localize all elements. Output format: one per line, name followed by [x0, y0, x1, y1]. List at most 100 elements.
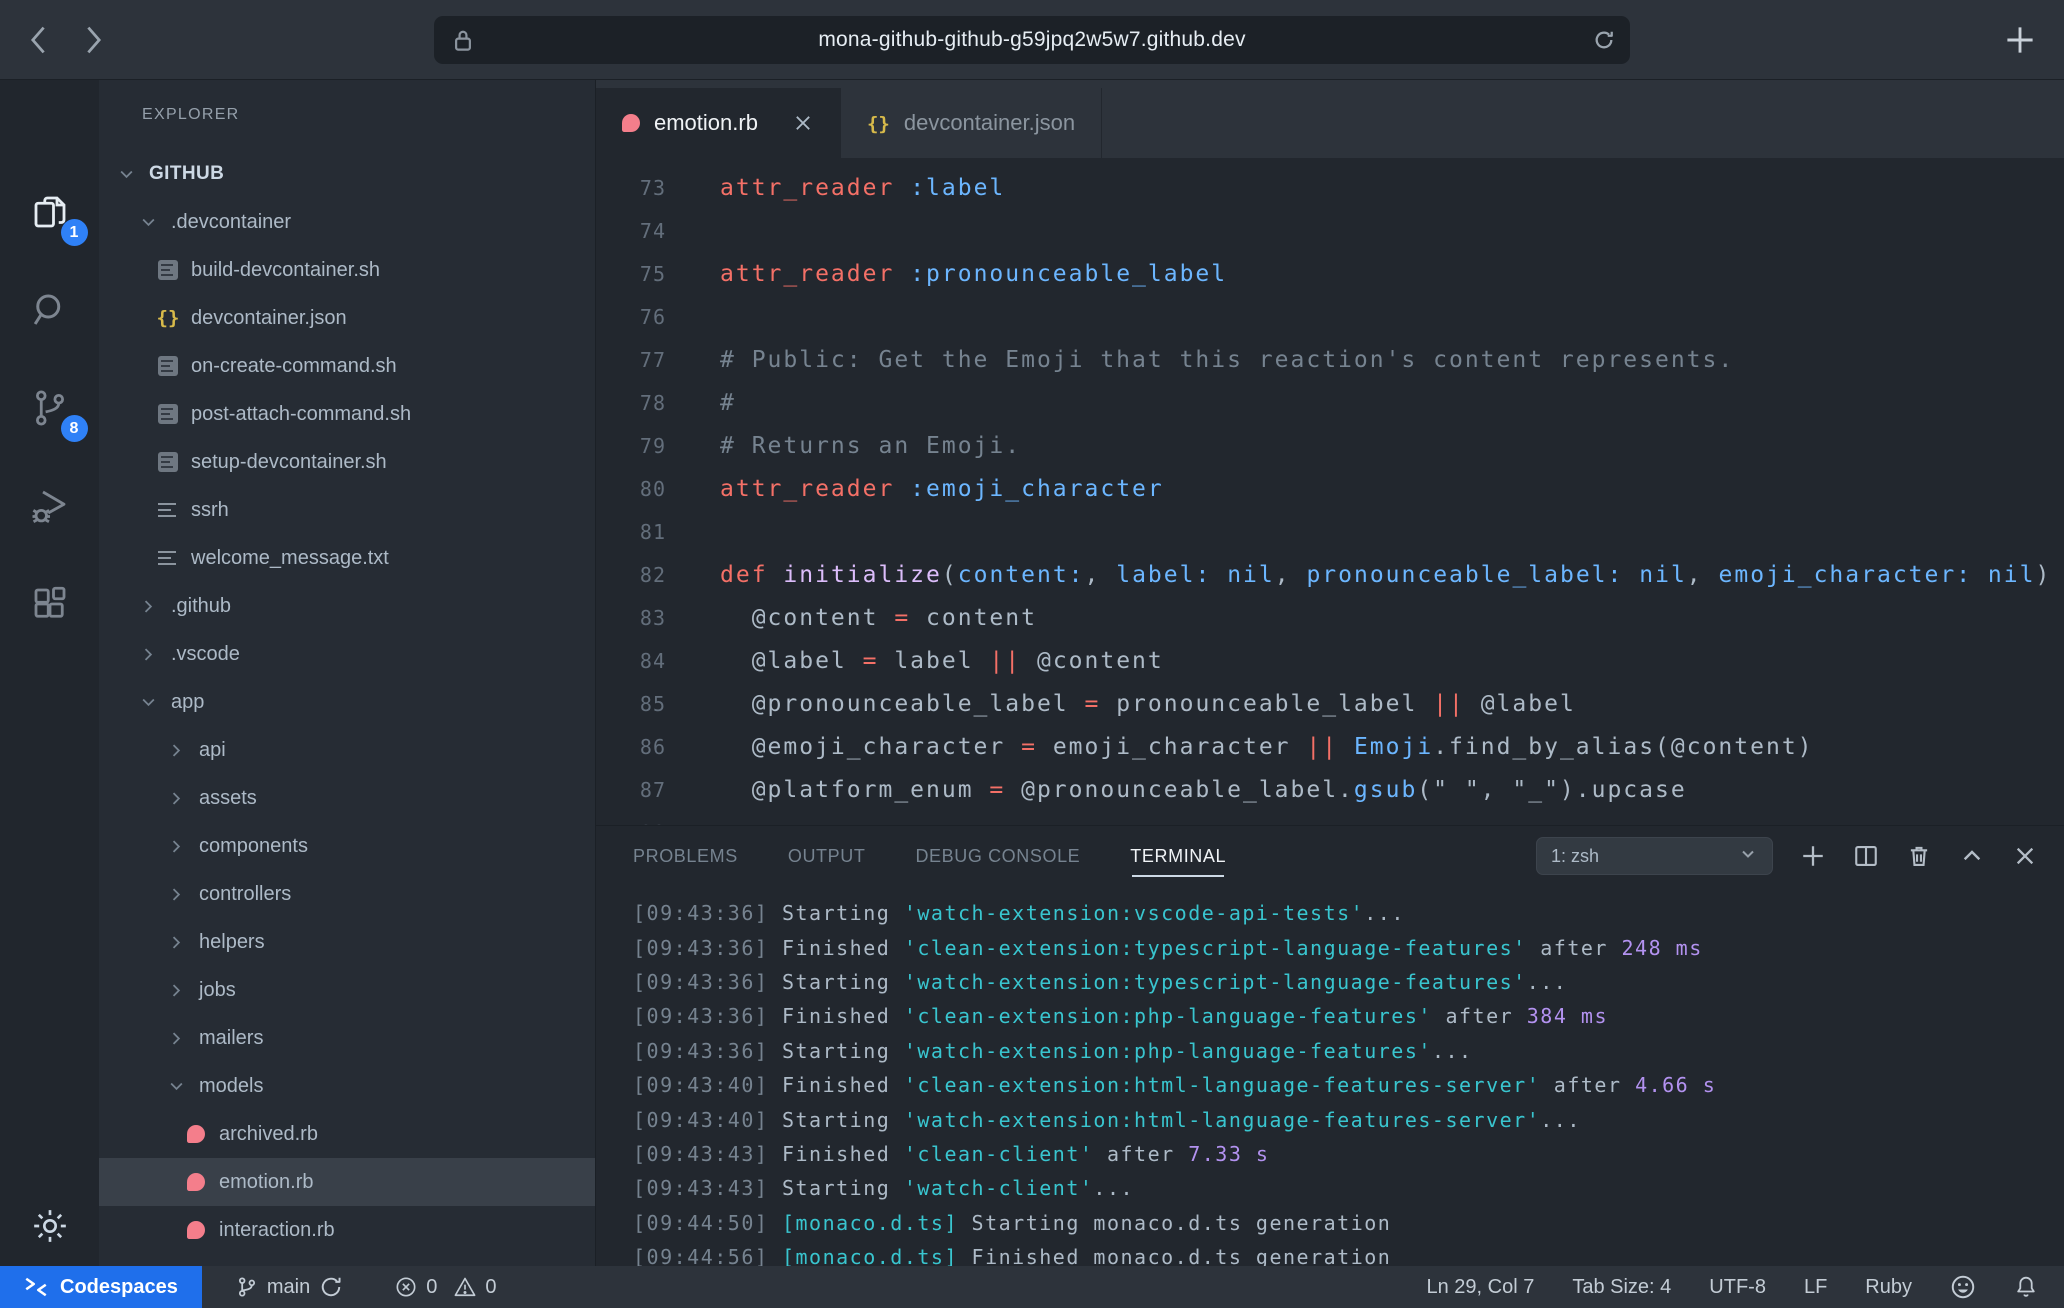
- ruby-file-icon: [622, 114, 640, 132]
- sync-icon: [319, 1275, 343, 1299]
- editor-tab-emotion-rb[interactable]: emotion.rb: [596, 88, 841, 158]
- code-text: def initialize(content:, label: nil, pro…: [720, 562, 2051, 588]
- tree-item-build-devcontainer-sh[interactable]: build-devcontainer.sh: [99, 246, 595, 294]
- tree-item-models[interactable]: models: [99, 1062, 595, 1110]
- terminal-output[interactable]: [09:43:36] Starting 'watch-extension:vsc…: [596, 886, 2064, 1266]
- browser-back-button[interactable]: [26, 23, 52, 57]
- notifications-bell-icon[interactable]: [2014, 1275, 2038, 1299]
- panel-tab-terminal[interactable]: TERMINAL: [1130, 826, 1226, 886]
- code-text: @label = label || @content: [720, 648, 1164, 674]
- shell-file-icon: [155, 260, 181, 280]
- list-file-icon: [155, 550, 181, 566]
- line-number: 80: [596, 477, 666, 501]
- tree-item-vscode[interactable]: .vscode: [99, 630, 595, 678]
- branch-indicator[interactable]: main: [236, 1275, 343, 1299]
- close-panel-icon[interactable]: [2012, 843, 2038, 869]
- tree-item-label: emotion.rb: [219, 1171, 314, 1194]
- url-text[interactable]: mona-github-github-g59jpq2w5w7.github.de…: [434, 28, 1630, 52]
- tree-item-interaction-rb[interactable]: interaction.rb: [99, 1206, 595, 1254]
- panel-tabs: PROBLEMS OUTPUT DEBUG CONSOLE TERMINAL: [633, 826, 1226, 886]
- tree-item-controllers[interactable]: controllers: [99, 870, 595, 918]
- code-line-79: 79# Returns an Emoji.: [596, 424, 2064, 467]
- codespaces-remote-button[interactable]: Codespaces: [0, 1266, 202, 1308]
- line-number: 83: [596, 606, 666, 630]
- split-terminal-icon[interactable]: [1853, 843, 1879, 869]
- terminal-shell-select[interactable]: 1: zsh: [1536, 837, 1773, 875]
- encoding[interactable]: UTF-8: [1709, 1276, 1766, 1299]
- tree-item-devcontainer-json[interactable]: {}devcontainer.json: [99, 294, 595, 342]
- shell-file-icon: [155, 356, 181, 376]
- tree-item-devcontainer[interactable]: .devcontainer: [99, 198, 595, 246]
- new-tab-button[interactable]: [2002, 22, 2038, 63]
- panel-tab-debug-console[interactable]: DEBUG CONSOLE: [915, 826, 1080, 886]
- tree-item-app[interactable]: app: [99, 678, 595, 726]
- ruby-file-icon: [183, 1221, 209, 1239]
- tree-item-assets[interactable]: assets: [99, 774, 595, 822]
- tree-item-github[interactable]: GITHUB: [99, 150, 595, 198]
- tree-item-api[interactable]: api: [99, 726, 595, 774]
- source-control-activity-icon[interactable]: 8: [18, 376, 82, 440]
- tree-item-post-attach-command-sh[interactable]: post-attach-command.sh: [99, 390, 595, 438]
- close-tab-icon[interactable]: [792, 112, 814, 134]
- browser-chrome: mona-github-github-g59jpq2w5w7.github.de…: [0, 0, 2064, 80]
- language-mode[interactable]: Ruby: [1865, 1276, 1912, 1299]
- tree-item-archived-rb[interactable]: archived.rb: [99, 1110, 595, 1158]
- code-line-83: 83 @content = content: [596, 596, 2064, 639]
- terminal-line: [09:43:36] Finished 'clean-extension:php…: [633, 999, 2064, 1033]
- tree-item-components[interactable]: components: [99, 822, 595, 870]
- feedback-smiley-icon[interactable]: [1950, 1274, 1976, 1300]
- explorer-badge: 1: [61, 219, 88, 246]
- url-bar[interactable]: mona-github-github-g59jpq2w5w7.github.de…: [434, 16, 1630, 64]
- warnings-icon: [454, 1276, 476, 1298]
- panel-tab-output[interactable]: OUTPUT: [788, 826, 866, 886]
- tab-label: devcontainer.json: [904, 110, 1075, 136]
- tree-item-emotion-rb[interactable]: emotion.rb: [99, 1158, 595, 1206]
- tree-item-welcome-message-txt[interactable]: welcome_message.txt: [99, 534, 595, 582]
- eol-indicator[interactable]: LF: [1804, 1276, 1827, 1299]
- search-activity-icon[interactable]: [18, 278, 82, 342]
- kill-terminal-trash-icon[interactable]: [1906, 843, 1932, 869]
- problems-indicator[interactable]: 0 0: [395, 1276, 496, 1299]
- line-number: 74: [596, 219, 666, 243]
- tree-item-label: mailers: [199, 1027, 263, 1050]
- maximize-panel-icon[interactable]: [1959, 843, 1985, 869]
- tab-size[interactable]: Tab Size: 4: [1572, 1276, 1671, 1299]
- line-number: 79: [596, 434, 666, 458]
- tree-item-ssrh[interactable]: ssrh: [99, 486, 595, 534]
- tree-item-mailers[interactable]: mailers: [99, 1014, 595, 1062]
- editor-tab-devcontainer-json[interactable]: {} devcontainer.json: [841, 88, 1102, 158]
- settings-gear-icon[interactable]: [0, 1206, 99, 1246]
- line-number: 82: [596, 563, 666, 587]
- tree-item-label: helpers: [199, 931, 265, 954]
- line-number: 86: [596, 735, 666, 759]
- panel-tab-problems[interactable]: PROBLEMS: [633, 826, 738, 886]
- code-text: @platform_enum = @pronounceable_label.gs…: [720, 777, 1687, 803]
- explorer-title: EXPLORER: [99, 80, 595, 150]
- tree-item-helpers[interactable]: helpers: [99, 918, 595, 966]
- cursor-position[interactable]: Ln 29, Col 7: [1426, 1276, 1534, 1299]
- tree-item-on-create-command-sh[interactable]: on-create-command.sh: [99, 342, 595, 390]
- shell-file-icon: [155, 452, 181, 472]
- explorer-activity-icon[interactable]: 1: [18, 180, 82, 244]
- tree-item-jobs[interactable]: jobs: [99, 966, 595, 1014]
- new-terminal-icon[interactable]: [1800, 843, 1826, 869]
- code-text: # Public: Get the Emoji that this reacti…: [720, 347, 1734, 373]
- browser-forward-button[interactable]: [80, 23, 106, 57]
- json-file-icon: {}: [867, 110, 890, 136]
- code-editor[interactable]: 73attr_reader :label7475attr_reader :pro…: [596, 158, 2064, 825]
- tree-item-github[interactable]: .github: [99, 582, 595, 630]
- line-number: 81: [596, 520, 666, 544]
- branch-icon: [236, 1276, 258, 1298]
- chevron-right-icon: [163, 741, 189, 760]
- tree-item-label: interaction.rb: [219, 1219, 335, 1242]
- tree-item-label: setup-devcontainer.sh: [191, 451, 387, 474]
- chevron-right-icon: [163, 1029, 189, 1048]
- extensions-activity-icon[interactable]: [18, 572, 82, 636]
- code-line-77: 77# Public: Get the Emoji that this reac…: [596, 338, 2064, 381]
- tree-item-setup-devcontainer-sh[interactable]: setup-devcontainer.sh: [99, 438, 595, 486]
- lock-icon[interactable]: [452, 27, 474, 58]
- run-debug-activity-icon[interactable]: [18, 474, 82, 538]
- code-line-87: 87 @platform_enum = @pronounceable_label…: [596, 768, 2064, 811]
- refresh-icon[interactable]: [1592, 27, 1616, 58]
- code-text: @pronounceable_label = pronounceable_lab…: [720, 691, 1576, 717]
